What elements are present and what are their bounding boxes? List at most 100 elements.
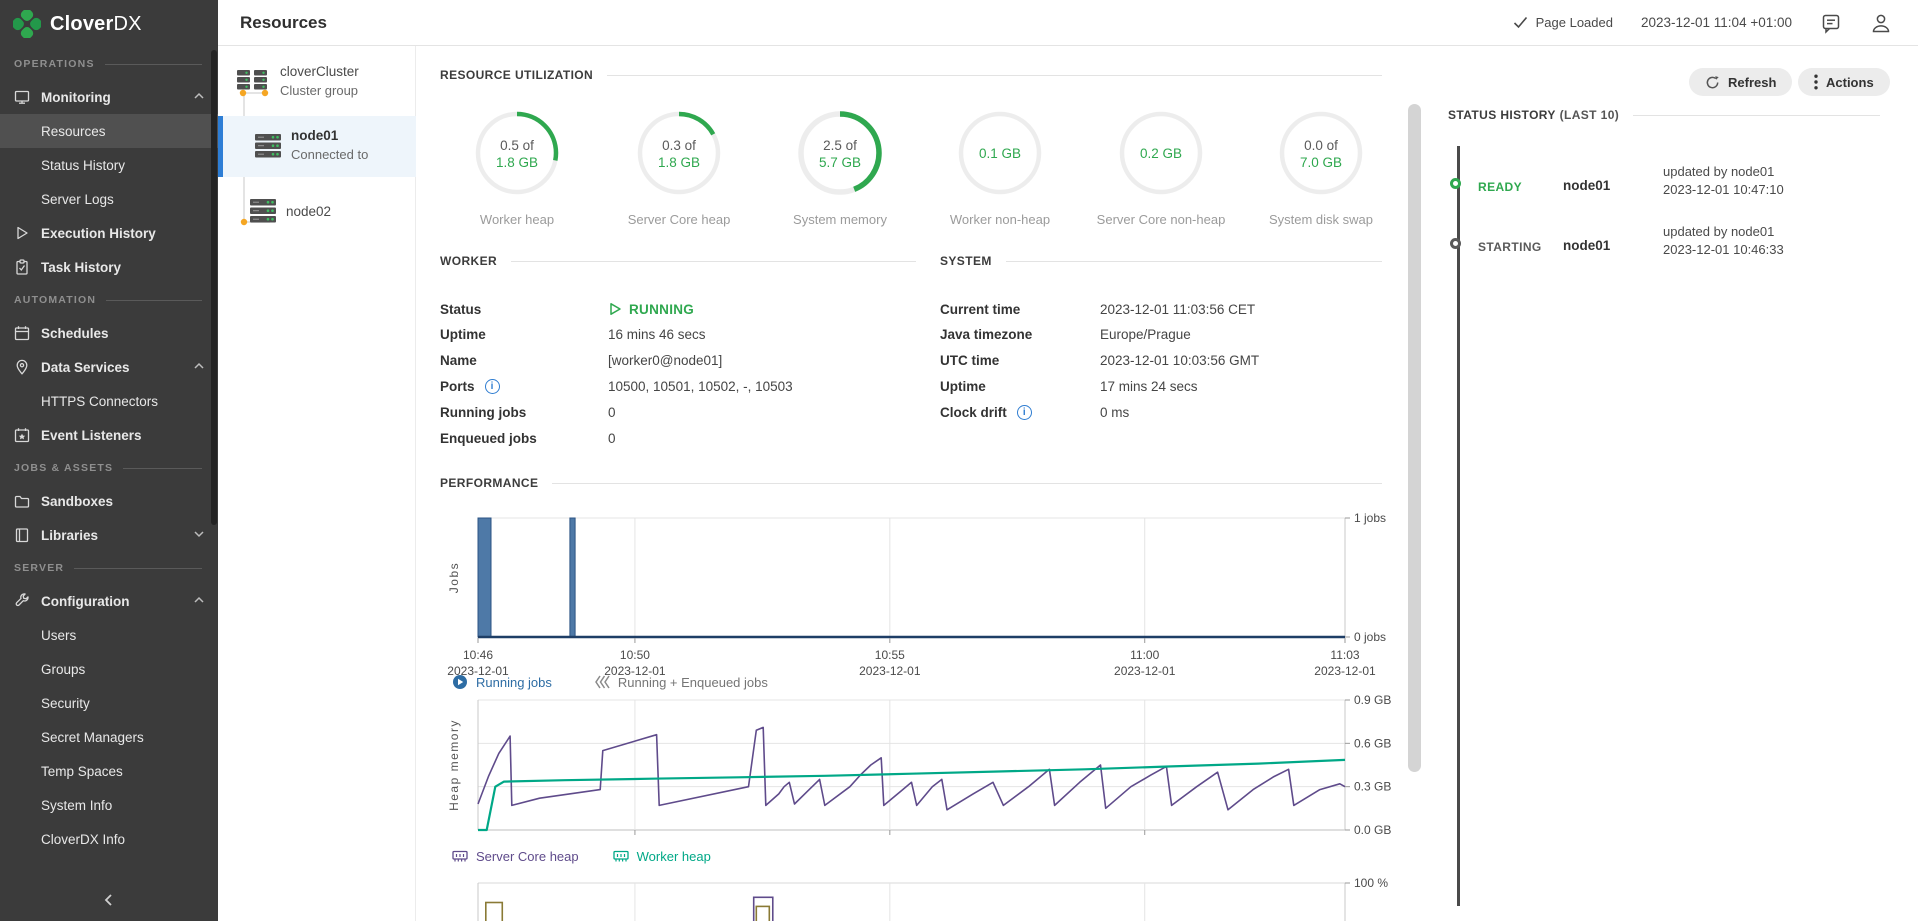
sidebar-item-libraries[interactable]: Libraries	[0, 518, 218, 552]
sidebar-item-monitoring[interactable]: Monitoring	[0, 80, 218, 114]
main-scrollbar[interactable]	[1408, 104, 1421, 772]
section-status-history: STATUS HISTORY (LAST 10)	[1448, 108, 1900, 122]
refresh-button[interactable]: Refresh	[1689, 68, 1792, 96]
sidebar-item-https-connectors[interactable]: HTTPS Connectors	[0, 384, 218, 418]
section-resource-utilization: RESOURCE UTILIZATION	[440, 68, 1382, 82]
feedback-icon[interactable]	[1820, 12, 1842, 34]
gauge-ring: 0.1 GB	[955, 108, 1045, 198]
nav-section-jobs-assets: JOBS & ASSETS	[0, 452, 218, 484]
cluster-tree-panel: cloverCluster Cluster group node01 Conne…	[218, 46, 416, 921]
sidebar-item-event-listeners[interactable]: Event Listeners	[0, 418, 218, 452]
status-entry-ready: READYnode01updated by node012023-12-01 1…	[1444, 158, 1904, 214]
svg-text:0.3 of1.8 GB: 0.3 of1.8 GB	[658, 138, 700, 170]
detail-value: 0 ms	[1100, 405, 1129, 420]
heap-memory-chart[interactable]: 0.9 GB0.6 GB0.3 GB0.0 GBHeap memory	[440, 694, 1400, 844]
gauge-caption: Server Core non-heap	[1086, 212, 1236, 227]
detail-row-java-timezone: Java timezone Europe/Prague	[940, 322, 1400, 348]
legend-running-enqueued-jobs[interactable]: Running + Enqueued jobs	[594, 674, 768, 690]
detail-label: UTC time	[940, 353, 999, 368]
detail-label: Enqueued jobs	[440, 431, 537, 446]
gauge-system-disk-swap: 0.0 of7.0 GBSystem disk swap	[1246, 108, 1396, 227]
jobs-chart[interactable]: 1 jobs0 jobs10:462023-12-0110:502023-12-…	[440, 506, 1400, 686]
status-label: STARTING	[1478, 240, 1542, 254]
sidebar-item-execution-history[interactable]: Execution History	[0, 216, 218, 250]
sidebar-item-status-history[interactable]: Status History	[0, 148, 218, 182]
cluster-icon	[235, 66, 271, 96]
page-loaded-status: Page Loaded	[1513, 15, 1613, 30]
status-meta: updated by node012023-12-01 10:47:10	[1663, 163, 1784, 199]
chevron-left-icon	[102, 893, 116, 907]
gauge-system-memory: 2.5 of5.7 GBSystem memory	[765, 108, 915, 227]
detail-value: 10500, 10501, 10502, -, 10503	[608, 379, 793, 394]
detail-label: Current time	[940, 302, 1020, 317]
sidebar-item-security[interactable]: Security	[0, 686, 218, 720]
cloverdx-logo-icon	[13, 10, 41, 38]
play-icon	[14, 225, 30, 241]
svg-text:Jobs: Jobs	[447, 562, 461, 593]
topbar: Resources Page Loaded 2023-12-01 11:04 +…	[218, 0, 1918, 46]
sidebar-item-secret-managers[interactable]: Secret Managers	[0, 720, 218, 754]
legend-server-core-heap[interactable]: Server Core heap	[452, 848, 579, 864]
user-account-icon[interactable]	[1870, 12, 1892, 34]
gauge-ring: 2.5 of5.7 GB	[795, 108, 885, 198]
tree-item-node01[interactable]: node01 Connected to	[218, 116, 416, 177]
sidebar-collapse-button[interactable]	[0, 879, 218, 921]
detail-value: 0	[608, 405, 616, 420]
info-icon[interactable]: i	[485, 379, 500, 394]
sidebar-item-data-services[interactable]: Data Services	[0, 350, 218, 384]
detail-label: Java timezone	[940, 327, 1032, 342]
nav-section-automation: AUTOMATION	[0, 284, 218, 316]
status-node: node01	[1563, 178, 1610, 193]
status-history-panel: Refresh Actions STATUS HISTORY (LAST 10)…	[1444, 46, 1918, 921]
sidebar-item-temp-spaces[interactable]: Temp Spaces	[0, 754, 218, 788]
sidebar-item-cloverdx-info[interactable]: CloverDX Info	[0, 822, 218, 856]
detail-label: Name	[440, 353, 477, 368]
chevrons-icon	[594, 674, 610, 690]
server-timestamp: 2023-12-01 11:04 +01:00	[1641, 15, 1792, 30]
sidebar-item-schedules[interactable]: Schedules	[0, 316, 218, 350]
detail-label: Ports	[440, 379, 475, 394]
sidebar-item-configuration[interactable]: Configuration	[0, 584, 218, 618]
chevron-up-icon	[193, 90, 205, 102]
detail-value: RUNNING	[608, 302, 694, 317]
cluster-name: cloverCluster	[280, 64, 359, 79]
tree-item-cluster[interactable]: cloverCluster Cluster group	[218, 60, 416, 112]
gauge-caption: Worker heap	[442, 212, 592, 227]
node-subtitle: Connected to	[291, 147, 368, 162]
legend-running-jobs[interactable]: Running jobs	[452, 674, 552, 690]
sidebar-item-users[interactable]: Users	[0, 618, 218, 652]
svg-text:10:552023-12-01: 10:552023-12-01	[859, 648, 921, 678]
status-node: node01	[1563, 238, 1610, 253]
detail-value: Europe/Prague	[1100, 327, 1191, 342]
svg-text:0.2 GB: 0.2 GB	[1140, 146, 1182, 161]
play-outline-icon	[608, 302, 622, 316]
sidebar-item-groups[interactable]: Groups	[0, 652, 218, 686]
clipboard-icon	[14, 259, 30, 275]
event-icon	[14, 427, 30, 443]
svg-text:0.9 GB: 0.9 GB	[1354, 694, 1391, 707]
actions-button[interactable]: Actions	[1798, 68, 1890, 96]
sidebar-scrollbar[interactable]	[211, 50, 217, 525]
section-system: SYSTEM	[940, 254, 1382, 268]
sidebar-item-sandboxes[interactable]: Sandboxes	[0, 484, 218, 518]
status-meta: updated by node012023-12-01 10:46:33	[1663, 223, 1784, 259]
sidebar-item-system-info[interactable]: System Info	[0, 788, 218, 822]
detail-row-uptime: Uptime16 mins 46 secs	[440, 322, 900, 348]
cpu-usage-chart[interactable]: 100 %	[440, 876, 1400, 921]
server-node-icon	[248, 196, 278, 226]
svg-text:11:032023-12-01: 11:032023-12-01	[1314, 648, 1376, 678]
refresh-icon	[1705, 75, 1720, 90]
legend-worker-heap[interactable]: Worker heap	[613, 848, 711, 864]
info-icon[interactable]: i	[1017, 405, 1032, 420]
tree-item-node02[interactable]: node02	[218, 184, 416, 240]
detail-row-enqueued-jobs: Enqueued jobs0	[440, 425, 900, 451]
svg-text:0 jobs: 0 jobs	[1354, 630, 1386, 644]
detail-row-name: Name[worker0@node01]	[440, 348, 900, 374]
sidebar-item-resources[interactable]: Resources	[0, 114, 218, 148]
ram-icon	[452, 848, 468, 864]
sidebar-item-task-history[interactable]: Task History	[0, 250, 218, 284]
brand[interactable]: CloverDX	[0, 0, 218, 48]
svg-text:1 jobs: 1 jobs	[1354, 511, 1386, 525]
sidebar-item-server-logs[interactable]: Server Logs	[0, 182, 218, 216]
main-content: RESOURCE UTILIZATION 0.5 of1.8 GBWorker …	[416, 46, 1458, 921]
